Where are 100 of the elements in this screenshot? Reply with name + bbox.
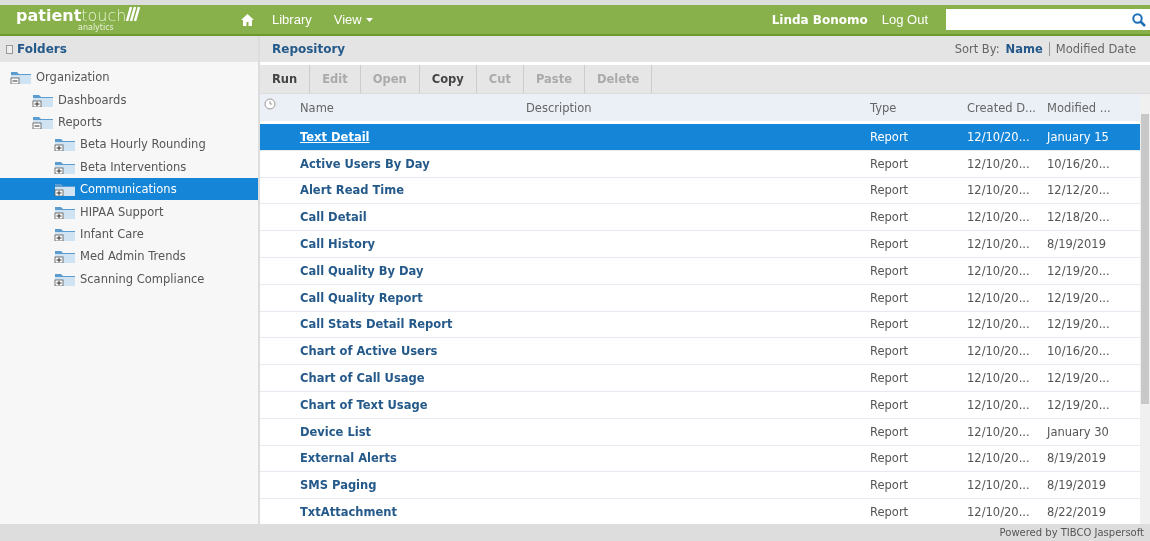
tree-item[interactable]: Communications [0,177,258,201]
report-link[interactable]: Call Quality By Day [300,263,526,278]
tree-item[interactable]: Med Admin Trends [0,245,258,268]
column-header[interactable]: Name [300,100,526,115]
report-link[interactable]: External Alerts [300,451,526,466]
table-cell-text: 12/10/20... [967,290,1031,305]
table-cell-text: 12/10/20... [967,183,1031,198]
report-link[interactable]: Call Stats Detail Report [300,317,526,332]
table-cell-text: 12/10/20... [967,210,1031,225]
column-header[interactable]: Created D... [967,100,1047,115]
table-cell-text: 8/19/2019 [1047,237,1107,252]
tree-item[interactable]: Dashboards [0,88,258,111]
table-cell-text: 12/19/20... [1047,290,1111,305]
table-cell-text: 12/12/20... [1047,183,1111,198]
table-cell-text: 8/19/2019 [1047,478,1107,493]
table-row[interactable]: Alert Read Time Report 12/10/20... 12/12/20... [260,177,1140,205]
report-link[interactable]: Chart of Text Usage [300,397,526,412]
folder-icon [54,204,76,219]
tree-item[interactable]: Reports [0,110,258,134]
column-header[interactable]: Modified ... [1047,100,1140,115]
report-link[interactable]: Active Users By Day [300,156,526,171]
report-link[interactable]: Call Detail [300,210,526,225]
table-cell-text: 12/19/20... [1047,317,1111,332]
table-cell-text: Report [870,156,910,171]
table-cell-text: 12/10/20... [967,451,1031,466]
table-cell-text: 12/19/20... [1047,371,1111,386]
table-row[interactable]: Call Stats Detail Report Report 12/10/20... 12/19/20... [260,311,1140,339]
clock-icon[interactable] [264,97,276,110]
table-cell-text: Report [870,290,910,305]
home-icon[interactable] [241,13,254,26]
folder-icon [10,70,32,85]
table-cell-text: 12/10/20... [967,478,1031,493]
table-cell-text: 12/10/20... [967,237,1031,252]
table-cell-text: 10/16/20... [1047,156,1111,171]
report-link[interactable]: Device List [300,424,526,439]
table-cell-text: 12/10/20... [967,371,1031,386]
table-cell-text: 12/10/20... [967,424,1031,439]
table-row[interactable]: SMS Paging Report 12/10/20... 8/19/2019 [260,472,1140,500]
table-row[interactable]: Active Users By Day Report 12/10/20... 10/16/20... [260,150,1140,178]
tree-item[interactable]: Beta Hourly Rounding [0,133,258,156]
table-cell-text: 12/10/20... [967,263,1031,278]
table-row[interactable]: Call Quality Report Report 12/10/20... 12/19/20... [260,284,1140,312]
table-row[interactable]: External Alerts Report 12/10/20... 8/19/2019 [260,445,1140,473]
report-link[interactable]: Chart of Call Usage [300,371,526,386]
table-cell-text: Report [870,451,910,466]
table-cell-text: January 30 [1047,424,1110,439]
table-row[interactable]: Device List Report 12/10/20... January 30 [260,418,1140,446]
report-link[interactable]: Call Quality Report [300,290,526,305]
table-row[interactable]: Chart of Active Users Report 12/10/20... 10/16/20... [260,338,1140,366]
tree-item[interactable]: HIPAA Support [0,200,258,223]
table-cell-text: Report [870,424,910,439]
panel-toggle-icon[interactable] [6,44,13,54]
column-header[interactable]: Type [870,100,967,115]
table-cell-text: 12/18/20... [1047,210,1111,225]
folder-icon [32,114,54,129]
report-link[interactable]: TxtAttachment [300,505,526,520]
table-row[interactable]: Chart of Call Usage Report 12/10/20... 12/19/20... [260,365,1140,392]
tree-item[interactable]: Infant Care [0,222,258,246]
panel-title: Folders [17,42,67,56]
folder-icon [54,249,76,264]
report-link[interactable]: Call History [300,237,526,252]
folder-icon [54,226,76,241]
table-cell-text: Report [870,397,910,412]
table-row[interactable]: Call Detail Report 12/10/20... 12/18/20... [260,204,1140,232]
report-link[interactable]: SMS Paging [300,478,526,493]
table-row[interactable]: Call History Report 12/10/20... 8/19/2019 [260,231,1140,258]
table-cell-text: Report [870,263,910,278]
table-cell-text: 12/10/20... [967,505,1031,520]
table-cell-text: January 15 [1047,129,1110,144]
table-cell-text: 12/19/20... [1047,397,1111,412]
footer-text: Powered by TIBCO Jaspersoft [999,527,1144,538]
sort-option[interactable]: Name [1003,42,1045,56]
sort-option[interactable]: Modified Date [1053,42,1138,56]
search-icon[interactable] [1132,12,1146,27]
folder-icon [54,159,76,174]
tree-item[interactable]: Organization [0,66,258,89]
table-cell-text: 12/10/20... [967,397,1031,412]
report-link[interactable]: Text Detail [300,129,526,144]
table-cell-text: Report [870,478,910,493]
report-link[interactable]: Alert Read Time [300,183,526,198]
tree-item[interactable]: Beta Interventions [0,155,258,178]
caret-icon[interactable] [365,17,373,22]
folder-icon [54,271,76,286]
table-row[interactable]: Chart of Text Usage Report 12/10/20... 12/19/20... [260,391,1140,419]
tree-item[interactable]: Scanning Compliance [0,267,258,290]
folder-icon [32,92,54,107]
table-cell-text: 8/22/2019 [1047,505,1107,520]
table-cell-text: Report [870,505,910,520]
report-link[interactable]: Chart of Active Users [300,344,526,359]
scrollbar[interactable] [1140,94,1150,524]
table-row[interactable]: Text Detail Report 12/10/20... January 15 [260,124,1140,151]
sort-label: Sort By: [954,42,1000,56]
table-cell-text: 12/19/20... [1047,263,1111,278]
column-header[interactable]: Description [526,100,870,115]
search-field[interactable] [946,9,1150,30]
table-cell-text: Report [870,183,910,198]
table-cell-text: 10/16/20... [1047,344,1111,359]
table-row[interactable]: Call Quality By Day Report 12/10/20... 12/19/20... [260,258,1140,285]
table-cell-text: 8/19/2019 [1047,451,1107,466]
table-cell-text: 12/10/20... [967,344,1031,359]
